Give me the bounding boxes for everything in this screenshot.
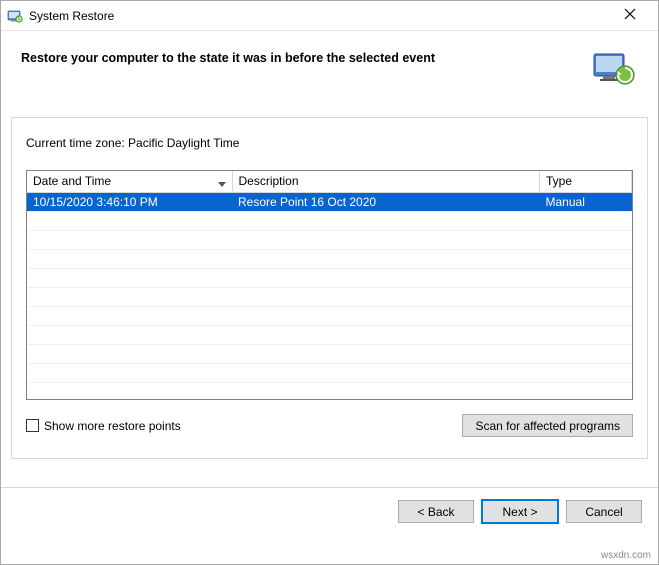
scan-programs-button[interactable]: Scan for affected programs [462, 414, 633, 437]
panel-footer: Show more restore points Scan for affect… [26, 414, 633, 437]
show-more-checkbox[interactable]: Show more restore points [26, 419, 181, 433]
table-row-empty [27, 306, 632, 325]
table-row-empty [27, 363, 632, 382]
watermark: wsxdn.com [601, 550, 651, 561]
checkbox-box [26, 419, 39, 432]
col-type-label: Type [546, 174, 572, 188]
window-title: System Restore [29, 9, 610, 23]
show-more-label: Show more restore points [44, 419, 181, 433]
timezone-label: Current time zone: Pacific Daylight Time [26, 136, 633, 150]
sort-descending-icon [218, 177, 226, 191]
col-datetime-label: Date and Time [33, 174, 111, 188]
table-row[interactable]: 10/15/2020 3:46:10 PMResore Point 16 Oct… [27, 192, 632, 211]
wizard-button-bar: < Back Next > Cancel [1, 487, 658, 535]
page-heading: Restore your computer to the state it wa… [21, 49, 592, 65]
table-row-empty [27, 287, 632, 306]
system-restore-icon [7, 8, 23, 24]
main-panel: Current time zone: Pacific Daylight Time… [11, 117, 648, 459]
table-row-empty [27, 382, 632, 400]
table-header-row: Date and Time Description Type [27, 171, 632, 192]
close-button[interactable] [610, 1, 650, 31]
restore-monitor-icon [592, 49, 636, 89]
table-row-empty [27, 325, 632, 344]
table-row-empty [27, 268, 632, 287]
cancel-button[interactable]: Cancel [566, 500, 642, 523]
table-row-empty [27, 344, 632, 363]
col-description[interactable]: Description [232, 171, 540, 192]
cell-type: Manual [540, 192, 632, 211]
restore-points-table[interactable]: Date and Time Description Type 10/15/202… [26, 170, 633, 400]
col-datetime[interactable]: Date and Time [27, 171, 232, 192]
table-row-empty [27, 211, 632, 230]
cell-description: Resore Point 16 Oct 2020 [232, 192, 540, 211]
col-type[interactable]: Type [540, 171, 632, 192]
next-button[interactable]: Next > [482, 500, 558, 523]
back-button[interactable]: < Back [398, 500, 474, 523]
col-description-label: Description [239, 174, 299, 188]
titlebar: System Restore [1, 1, 658, 31]
table-row-empty [27, 249, 632, 268]
cell-datetime: 10/15/2020 3:46:10 PM [27, 192, 232, 211]
header: Restore your computer to the state it wa… [1, 31, 658, 117]
close-icon [624, 8, 636, 23]
table-row-empty [27, 230, 632, 249]
